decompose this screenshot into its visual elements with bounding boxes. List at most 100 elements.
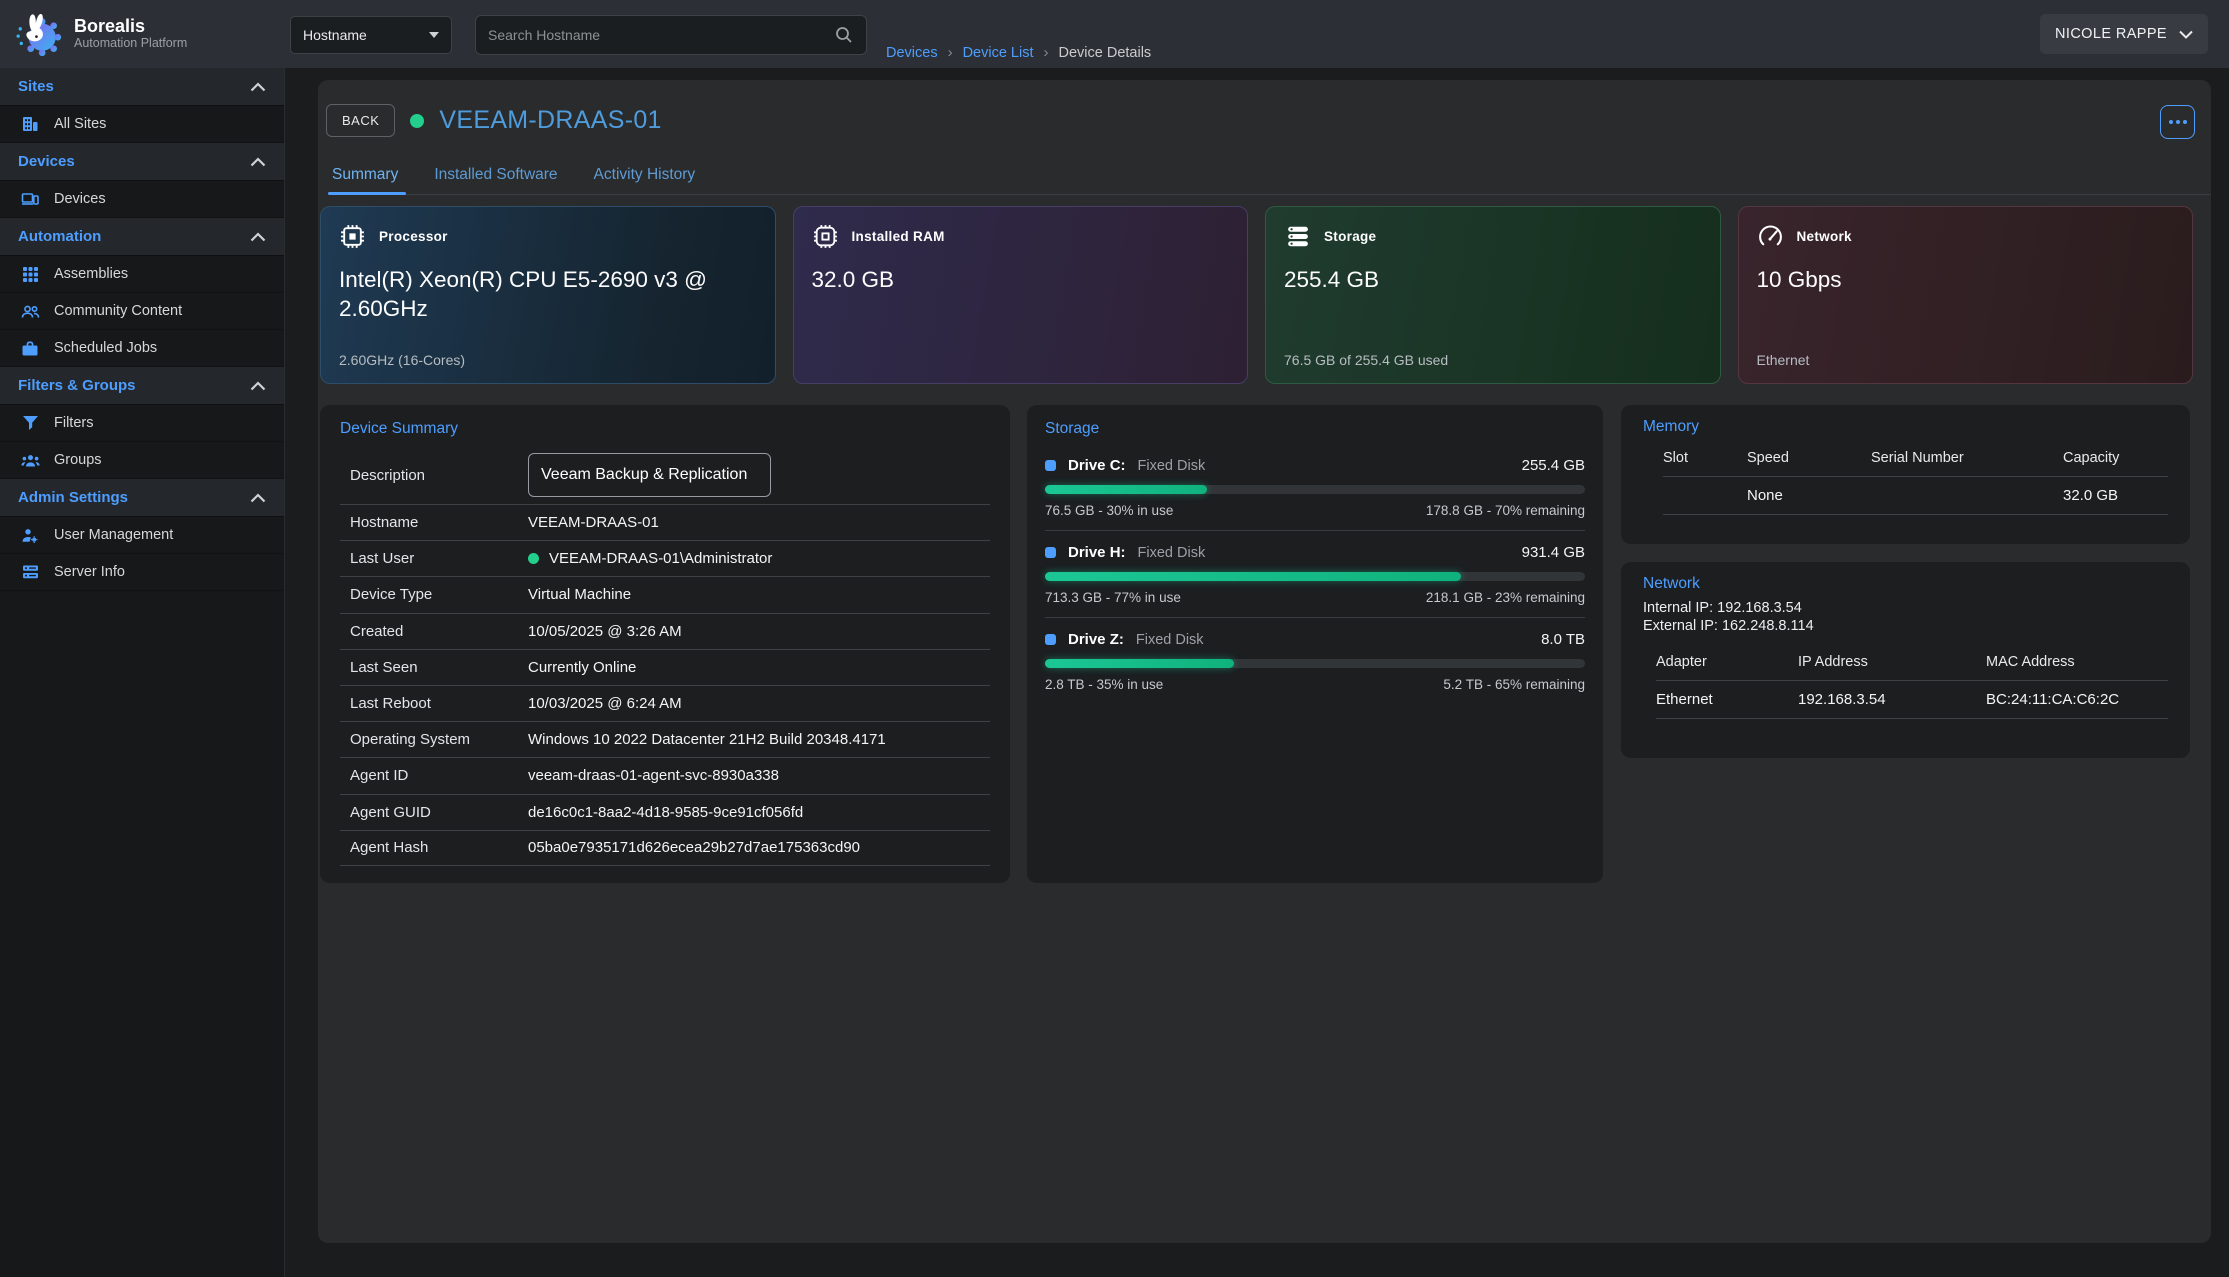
sidebar-item-devices[interactable]: Devices xyxy=(0,181,284,218)
sidebar: Sites All Sites Devices Devices Automati… xyxy=(0,68,285,1277)
device-title: VEEAM-DRAAS-01 xyxy=(439,106,661,135)
user-gear-icon xyxy=(20,527,40,544)
external-ip-line: External IP: 162.248.8.114 xyxy=(1643,618,2168,634)
sidebar-item-label: Groups xyxy=(54,452,102,468)
summary-row-agent-id: Agent ID veeam-draas-01-agent-svc-8930a3… xyxy=(340,757,990,793)
drive-row-h: Drive H: Fixed Disk 931.4 GB 713.3 GB - … xyxy=(1045,530,1585,617)
sidebar-item-user-management[interactable]: User Management xyxy=(0,517,284,554)
user-menu[interactable]: NICOLE RAPPE xyxy=(2040,14,2208,54)
metric-cards-row: Processor Intel(R) Xeon(R) CPU E5-2690 v… xyxy=(320,206,2193,384)
drive-usage-labels: 2.8 TB - 35% in use 5.2 TB - 65% remaini… xyxy=(1045,677,1585,692)
search-icon[interactable] xyxy=(834,25,854,45)
more-actions-button[interactable] xyxy=(2160,105,2195,139)
chevron-up-icon xyxy=(250,232,266,242)
section-label: Automation xyxy=(18,228,101,245)
summary-row-device-type: Device Type Virtual Machine xyxy=(340,576,990,612)
memory-panel: Memory Slot Speed Serial Number Capacity… xyxy=(1621,405,2190,544)
description-input[interactable] xyxy=(528,453,771,497)
row-value: de16c0c1-8aa2-4d18-9585-9ce91cf056fd xyxy=(528,804,803,821)
installed-ram-card: Installed RAM 32.0 GB xyxy=(793,206,1249,384)
summary-row-description: Description xyxy=(340,446,990,504)
sidebar-section-sites[interactable]: Sites xyxy=(0,68,284,106)
borealis-rabbit-logo-icon xyxy=(14,8,62,58)
drive-name: Drive H: xyxy=(1068,544,1126,561)
memory-table-header: Slot Speed Serial Number Capacity xyxy=(1663,436,2168,476)
breadcrumb-devices[interactable]: Devices xyxy=(886,45,938,61)
sidebar-section-admin-settings[interactable]: Admin Settings xyxy=(0,479,284,517)
row-value: VEEAM-DRAAS-01 xyxy=(528,514,659,531)
drive-usage-track xyxy=(1045,485,1585,494)
processor-footer: 2.60GHz (16-Cores) xyxy=(339,352,465,368)
search-field-dropdown[interactable]: Hostname xyxy=(290,16,452,54)
drive-header: Drive Z: Fixed Disk 8.0 TB xyxy=(1045,631,1585,648)
row-value: 10/03/2025 @ 6:24 AM xyxy=(528,695,682,712)
sidebar-item-label: User Management xyxy=(54,527,173,543)
sidebar-item-groups[interactable]: Groups xyxy=(0,442,284,479)
summary-row-operating-system: Operating System Windows 10 2022 Datacen… xyxy=(340,721,990,757)
column-header-slot: Slot xyxy=(1663,450,1747,466)
tab-activity-history[interactable]: Activity History xyxy=(594,166,696,194)
drive-usage-fill xyxy=(1045,659,1234,668)
chevron-down-icon xyxy=(429,32,439,38)
sidebar-item-scheduled-jobs[interactable]: Scheduled Jobs xyxy=(0,330,284,367)
row-label: Last Seen xyxy=(340,659,528,676)
summary-row-created: Created 10/05/2025 @ 3:26 AM xyxy=(340,613,990,649)
breadcrumb-device-list[interactable]: Device List xyxy=(963,45,1034,61)
sidebar-item-assemblies[interactable]: Assemblies xyxy=(0,256,284,293)
row-label: Created xyxy=(340,623,528,640)
drive-type: Fixed Disk xyxy=(1136,632,1204,648)
section-label: Filters & Groups xyxy=(18,377,136,394)
ram-chip-icon xyxy=(812,223,839,250)
row-value: Virtual Machine xyxy=(528,586,631,603)
row-label: Agent Hash xyxy=(340,839,528,856)
network-footer: Ethernet xyxy=(1757,352,1810,368)
network-ip-value: 192.168.3.54 xyxy=(1798,691,1986,708)
breadcrumb-separator-icon xyxy=(1044,44,1049,61)
column-header-ip-address: IP Address xyxy=(1798,654,1986,670)
tab-summary[interactable]: Summary xyxy=(332,166,398,194)
sidebar-section-filters-groups[interactable]: Filters & Groups xyxy=(0,367,284,405)
chevron-up-icon xyxy=(250,157,266,167)
building-icon xyxy=(20,115,40,133)
row-value: Currently Online xyxy=(528,659,636,676)
ram-card-header: Installed RAM xyxy=(812,223,1230,250)
storage-value: 255.4 GB xyxy=(1284,265,1684,294)
row-label: Agent GUID xyxy=(340,804,528,821)
sidebar-item-label: Community Content xyxy=(54,303,182,319)
drive-remaining-label: 5.2 TB - 65% remaining xyxy=(1443,677,1585,692)
sidebar-section-automation[interactable]: Automation xyxy=(0,218,284,256)
search-input[interactable] xyxy=(488,27,834,43)
drive-name: Drive C: xyxy=(1068,457,1126,474)
row-value: Windows 10 2022 Datacenter 21H2 Build 20… xyxy=(528,731,886,748)
column-header-speed: Speed xyxy=(1747,450,1871,466)
chevron-up-icon xyxy=(250,493,266,503)
sidebar-item-all-sites[interactable]: All Sites xyxy=(0,106,284,143)
storage-footer: 76.5 GB of 255.4 GB used xyxy=(1284,352,1448,368)
drive-usage-fill xyxy=(1045,572,1461,581)
memory-speed-value: None xyxy=(1747,487,1871,504)
row-label: Last User xyxy=(340,550,528,567)
drive-bullet-icon xyxy=(1045,634,1056,645)
summary-row-agent-guid: Agent GUID de16c0c1-8aa2-4d18-9585-9ce91… xyxy=(340,794,990,830)
drive-name: Drive Z: xyxy=(1068,631,1124,648)
summary-row-agent-hash: Agent Hash 05ba0e7935171d626ecea29b27d7a… xyxy=(340,830,990,866)
sidebar-item-filters[interactable]: Filters xyxy=(0,405,284,442)
sidebar-item-server-info[interactable]: Server Info xyxy=(0,554,284,591)
briefcase-icon xyxy=(20,340,40,357)
summary-row-last-user: Last User VEEAM-DRAAS-01\Administrator xyxy=(340,540,990,576)
network-panel: Network Internal IP: 192.168.3.54 Extern… xyxy=(1621,562,2190,758)
sidebar-section-devices[interactable]: Devices xyxy=(0,143,284,181)
device-details-card: BACK VEEAM-DRAAS-01 Summary Installed So… xyxy=(318,80,2211,1243)
funnel-icon xyxy=(20,415,40,431)
panel-title: Memory xyxy=(1643,418,2168,436)
brand-tagline: Automation Platform xyxy=(74,36,187,50)
breadcrumb-device-details: Device Details xyxy=(1059,45,1152,61)
card-title: Installed RAM xyxy=(852,229,945,244)
online-status-dot xyxy=(528,553,539,564)
drive-usage-fill xyxy=(1045,485,1207,494)
back-button[interactable]: BACK xyxy=(326,104,395,137)
tab-installed-software[interactable]: Installed Software xyxy=(434,166,557,194)
drive-remaining-label: 218.1 GB - 23% remaining xyxy=(1426,590,1585,605)
network-mac-value: BC:24:11:CA:C6:2C xyxy=(1986,691,2168,708)
sidebar-item-community-content[interactable]: Community Content xyxy=(0,293,284,330)
